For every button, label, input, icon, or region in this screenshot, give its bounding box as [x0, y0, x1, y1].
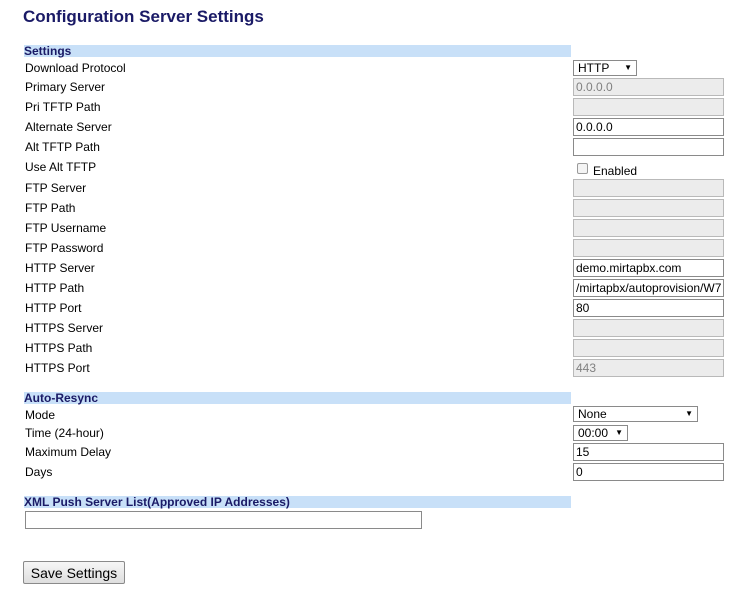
use-alt-tftp-label: Use Alt TFTP	[25, 160, 97, 174]
ftp-password-label: FTP Password	[25, 241, 104, 255]
chevron-down-icon: ▼	[685, 409, 693, 418]
pri-tftp-path-label: Pri TFTP Path	[25, 100, 101, 114]
mode-select[interactable]: None ▼	[573, 406, 698, 422]
ftp-server-input[interactable]	[573, 179, 724, 197]
download-protocol-label: Download Protocol	[25, 61, 126, 75]
https-server-label: HTTPS Server	[25, 321, 104, 335]
alternate-server-label: Alternate Server	[25, 120, 112, 134]
chevron-down-icon: ▼	[615, 428, 623, 437]
alternate-server-input[interactable]	[573, 118, 724, 136]
https-server-input[interactable]	[573, 319, 724, 337]
ftp-username-label: FTP Username	[25, 221, 107, 235]
http-path-input[interactable]	[573, 279, 724, 297]
https-port-label: HTTPS Port	[25, 361, 90, 375]
http-server-input[interactable]	[573, 259, 724, 277]
https-path-label: HTTPS Path	[25, 341, 93, 355]
max-delay-input[interactable]	[573, 443, 724, 461]
ftp-path-label: FTP Path	[25, 201, 76, 215]
xml-push-server-list-input[interactable]	[25, 511, 422, 529]
chevron-down-icon: ▼	[624, 63, 632, 72]
http-server-label: HTTP Server	[25, 261, 95, 275]
primary-server-label: Primary Server	[25, 80, 106, 94]
auto-resync-section-header: Auto-Resync	[24, 392, 571, 404]
save-settings-button[interactable]: Save Settings	[23, 561, 125, 584]
settings-section-header: Settings	[24, 45, 571, 57]
time-value: 00:00	[578, 426, 609, 440]
use-alt-tftp-checkbox-label: Enabled	[593, 164, 638, 178]
download-protocol-select[interactable]: HTTP ▼	[573, 60, 637, 76]
ftp-path-input[interactable]	[573, 199, 724, 217]
days-input[interactable]	[573, 463, 724, 481]
alt-tftp-path-input[interactable]	[573, 138, 724, 156]
use-alt-tftp-option: Enabled	[577, 161, 638, 178]
page-title: Configuration Server Settings	[23, 7, 264, 26]
mode-label: Mode	[25, 408, 56, 422]
ftp-password-input[interactable]	[573, 239, 724, 257]
time-label: Time (24-hour)	[25, 426, 104, 440]
use-alt-tftp-checkbox[interactable]	[577, 162, 588, 174]
xml-push-section-header: XML Push Server List(Approved IP Address…	[24, 496, 571, 508]
pri-tftp-path-input[interactable]	[573, 98, 724, 116]
http-port-label: HTTP Port	[25, 301, 82, 315]
primary-server-input[interactable]	[573, 78, 724, 96]
http-path-label: HTTP Path	[25, 281, 85, 295]
https-port-input[interactable]	[573, 359, 724, 377]
days-label: Days	[25, 465, 53, 479]
ftp-username-input[interactable]	[573, 219, 724, 237]
time-select[interactable]: 00:00 ▼	[573, 425, 628, 441]
mode-value: None	[578, 407, 607, 421]
ftp-server-label: FTP Server	[25, 181, 87, 195]
http-port-input[interactable]	[573, 299, 724, 317]
alt-tftp-path-label: Alt TFTP Path	[25, 140, 100, 154]
download-protocol-value: HTTP	[578, 61, 610, 75]
max-delay-label: Maximum Delay	[25, 445, 112, 459]
https-path-input[interactable]	[573, 339, 724, 357]
